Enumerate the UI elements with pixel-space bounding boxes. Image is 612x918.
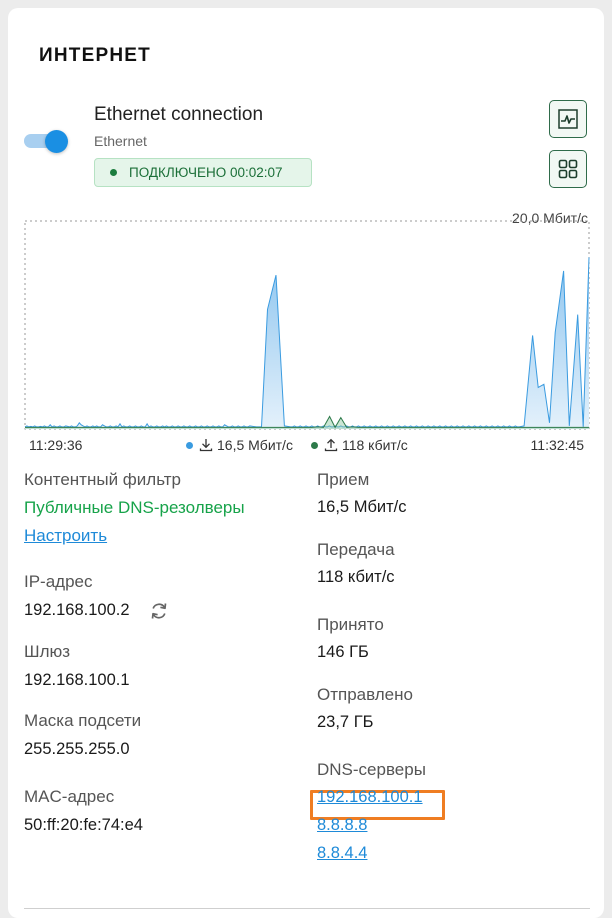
sent-value: 23,7 ГБ xyxy=(317,713,374,731)
tx-legend-label: 118 кбит/с xyxy=(341,437,408,453)
apps-grid-button[interactable] xyxy=(549,150,587,188)
line-chart-icon xyxy=(558,109,578,129)
traffic-chart: 20,0 Мбит/с 11:29:36 16,5 Мбит/с 118 кби… xyxy=(24,210,590,455)
divider xyxy=(24,908,590,909)
connection-type: Ethernet xyxy=(94,133,147,149)
connection-name: Ethernet connection xyxy=(94,104,264,125)
rx-legend-label: 16,5 Мбит/с xyxy=(217,437,293,453)
section-title: ИНТЕРНЕТ xyxy=(39,45,151,66)
chart-start-time: 11:29:36 xyxy=(29,437,83,453)
tx-legend-dot-icon xyxy=(310,441,318,449)
traffic-chart-svg xyxy=(24,220,590,430)
traffic-graph-button[interactable] xyxy=(549,100,587,138)
gateway-label: Шлюз xyxy=(24,642,71,661)
chart-legend: 16,5 Мбит/с 118 кбит/с xyxy=(186,437,408,453)
ip-label: IP-адрес xyxy=(24,572,93,591)
rx-label: Прием xyxy=(317,470,370,489)
chart-border xyxy=(24,220,590,430)
toggle-knob xyxy=(45,130,68,153)
dns-server-link-3[interactable]: 8.8.4.4 xyxy=(317,844,367,863)
rx-legend-dot-icon xyxy=(186,441,193,449)
content-filter-value: Публичные DNS-резолверы xyxy=(24,498,245,517)
dns-server-link-2[interactable]: 8.8.8.8 xyxy=(317,816,367,835)
internet-card: ИНТЕРНЕТ Ethernet connection Ethernet ПО… xyxy=(8,8,604,918)
upload-icon xyxy=(324,438,338,452)
mac-value: 50:ff:20:fe:74:e4 xyxy=(24,816,143,834)
content-filter-label: Контентный фильтр xyxy=(24,470,181,489)
rx-series-area xyxy=(25,257,589,429)
sent-label: Отправлено xyxy=(317,685,413,704)
status-dot-icon xyxy=(110,169,117,176)
download-icon xyxy=(199,438,213,452)
received-label: Принято xyxy=(317,615,384,634)
refresh-icon[interactable] xyxy=(148,600,170,622)
grid-icon xyxy=(558,159,578,179)
mask-label: Маска подсети xyxy=(24,711,142,730)
tx-label: Передача xyxy=(317,540,395,559)
dns-server-link-1[interactable]: 192.168.100.1 xyxy=(317,788,423,807)
rx-value: 16,5 Мбит/с xyxy=(317,498,407,516)
gateway-value: 192.168.100.1 xyxy=(24,671,130,689)
status-text: ПОДКЛЮЧЕНО 00:02:07 xyxy=(129,165,283,180)
rx-series-line xyxy=(24,257,590,428)
dns-label: DNS-серверы xyxy=(317,760,426,779)
ip-value: 192.168.100.2 xyxy=(24,601,130,619)
status-badge: ПОДКЛЮЧЕНО 00:02:07 xyxy=(94,158,312,187)
received-value: 146 ГБ xyxy=(317,643,369,661)
mask-value: 255.255.255.0 xyxy=(24,740,130,758)
chart-end-time: 11:32:45 xyxy=(530,437,584,453)
connection-toggle[interactable] xyxy=(24,130,68,153)
configure-link[interactable]: Настроить xyxy=(24,526,107,546)
mac-label: MAC-адрес xyxy=(24,787,115,806)
tx-value: 118 кбит/с xyxy=(317,568,395,586)
